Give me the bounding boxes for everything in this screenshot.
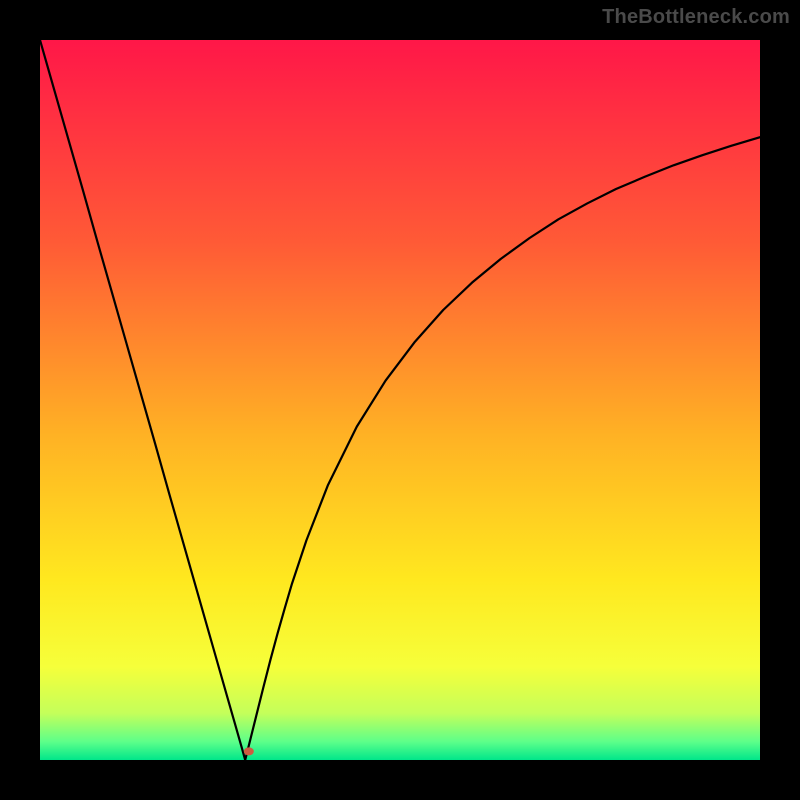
chart-svg bbox=[40, 40, 760, 760]
optimum-marker bbox=[244, 747, 254, 755]
chart-frame: TheBottleneck.com bbox=[0, 0, 800, 800]
watermark-text: TheBottleneck.com bbox=[602, 6, 790, 29]
gradient-background bbox=[40, 40, 760, 760]
plot-area bbox=[40, 40, 760, 760]
